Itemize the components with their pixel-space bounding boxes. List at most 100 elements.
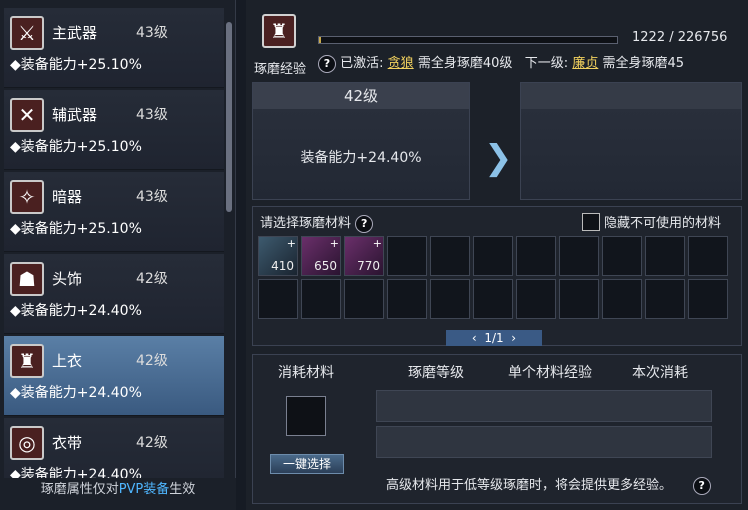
- pvp-note-prefix: 琢磨属性仅对: [40, 482, 119, 497]
- equipment-level: 43级: [136, 189, 168, 205]
- consume-tip: 高级材料用于低等级琢磨时，将会提供更多经验。 ?: [386, 474, 711, 495]
- activation-help-icon[interactable]: ?: [318, 54, 336, 73]
- material-slot[interactable]: [387, 236, 427, 276]
- current-level: 42级: [253, 83, 469, 109]
- polish-exp-icon: ♜: [262, 14, 296, 48]
- material-count: 410: [271, 259, 294, 273]
- equipment-level: 43级: [136, 25, 168, 41]
- equipment-level: 43级: [136, 107, 168, 123]
- prev-page-icon[interactable]: ‹: [472, 331, 477, 345]
- current-level-box: 42级 装备能力+24.40%: [252, 82, 470, 200]
- exp-progress-fill: [319, 37, 321, 43]
- next-page-icon[interactable]: ›: [511, 331, 516, 345]
- equipment-name: 辅武器: [52, 106, 98, 124]
- exp-value: 1222 / 226756: [632, 30, 728, 45]
- next-level-title: [521, 83, 741, 109]
- equipment-ability: ◆装备能力+25.10%: [10, 57, 142, 73]
- hide-unusable-checkbox[interactable]: [582, 212, 600, 231]
- material-select-label: 请选择琢磨材料: [260, 216, 352, 231]
- consume-material-slot[interactable]: [286, 396, 326, 436]
- material-slot[interactable]: [559, 236, 599, 276]
- list-scrollbar[interactable]: [226, 22, 232, 212]
- next-level-link[interactable]: 廉贞: [572, 56, 598, 71]
- material-slot[interactable]: [645, 236, 685, 276]
- equipment-level: 42级: [136, 271, 168, 287]
- belt-icon: ◎: [10, 426, 44, 460]
- chevron-right-icon: ❯: [484, 138, 513, 178]
- pvp-note: 琢磨属性仅对PVP装备生效: [0, 478, 236, 510]
- polish-exp-label: 琢磨经验: [254, 62, 307, 77]
- material-slot[interactable]: [473, 236, 513, 276]
- material-slot[interactable]: [258, 279, 298, 319]
- material-slot[interactable]: [344, 279, 384, 319]
- exp-progress-bar: [318, 36, 618, 44]
- equipment-ability: ◆装备能力+24.40%: [10, 303, 142, 319]
- material-slot[interactable]: [430, 279, 470, 319]
- material-slot[interactable]: [516, 236, 556, 276]
- material-slot[interactable]: [602, 279, 642, 319]
- pvp-note-suffix: 生效: [169, 482, 196, 497]
- material-slot[interactable]: [559, 279, 599, 319]
- equipment-item[interactable]: ♜ 上衣 42级 ◆装备能力+24.40%: [4, 336, 224, 416]
- material-slot[interactable]: [602, 236, 642, 276]
- current-ability: 装备能力+24.40%: [300, 150, 422, 166]
- consume-row: [376, 390, 712, 422]
- material-count: 770: [357, 259, 380, 273]
- plus-icon: +: [286, 237, 296, 250]
- col-level: 琢磨等级: [408, 365, 464, 381]
- hide-unusable-label: 隐藏不可使用的材料: [604, 216, 722, 231]
- equipment-name: 头饰: [52, 270, 83, 288]
- robe-icon: ♜: [10, 344, 44, 378]
- material-help-icon[interactable]: ?: [355, 214, 374, 233]
- equipment-name: 主武器: [52, 24, 98, 42]
- material-slot[interactable]: +410: [258, 236, 298, 276]
- material-slot[interactable]: [688, 279, 728, 319]
- equipment-level: 42级: [136, 353, 168, 369]
- plus-icon: +: [372, 237, 382, 250]
- headgear-icon: ☗: [10, 262, 44, 296]
- material-slot[interactable]: +650: [301, 236, 341, 276]
- equipment-ability: ◆装备能力+25.10%: [10, 139, 142, 155]
- col-cost: 本次消耗: [632, 365, 688, 381]
- next-level-box: [520, 82, 742, 200]
- sword-icon: ⚔: [10, 16, 44, 50]
- dart-icon: ✧: [10, 180, 44, 214]
- col-material: 消耗材料: [278, 365, 334, 381]
- page-number: 1/1: [484, 331, 504, 345]
- activated-label: 已激活:: [340, 56, 384, 71]
- equipment-name: 暗器: [52, 188, 83, 206]
- material-slot[interactable]: [473, 279, 513, 319]
- activation-line: ? 已激活: 贪狼 需全身琢磨40级 下一级: 廉贞 需全身琢磨45: [318, 52, 684, 73]
- hide-unusable-toggle[interactable]: 隐藏不可使用的材料: [582, 212, 721, 231]
- equipment-item[interactable]: ☗ 头饰 42级 ◆装备能力+24.40%: [4, 254, 224, 334]
- col-exp: 单个材料经验: [508, 365, 592, 381]
- page-indicator: ‹ 1/1 ›: [446, 330, 542, 346]
- equipment-level: 42级: [136, 435, 168, 451]
- polish-panel: ♜ 琢磨经验 1222 / 226756 ? 已激活: 贪狼 需全身琢磨40级 …: [246, 0, 748, 510]
- consume-tip-text: 高级材料用于低等级琢磨时，将会提供更多经验。: [386, 478, 673, 493]
- equipment-ability: ◆装备能力+24.40%: [10, 385, 142, 401]
- equipment-item[interactable]: ✧ 暗器 43级 ◆装备能力+25.10%: [4, 172, 224, 252]
- material-grid: +410 +650 +770: [258, 236, 728, 319]
- equipment-item[interactable]: ⚔ 主武器 43级 ◆装备能力+25.10%: [4, 8, 224, 88]
- equipment-item[interactable]: ✕ 辅武器 43级 ◆装备能力+25.10%: [4, 90, 224, 170]
- equipment-ability: ◆装备能力+25.10%: [10, 221, 142, 237]
- plus-icon: +: [329, 237, 339, 250]
- equipment-name: 上衣: [52, 352, 83, 370]
- material-slot[interactable]: [688, 236, 728, 276]
- material-slot[interactable]: [430, 236, 470, 276]
- material-select-row: 请选择琢磨材料 ?: [260, 212, 374, 233]
- material-slot[interactable]: [645, 279, 685, 319]
- consume-row: [376, 426, 712, 458]
- material-slot[interactable]: [387, 279, 427, 319]
- one-key-select-button[interactable]: 一键选择: [270, 454, 344, 474]
- equipment-name: 衣带: [52, 434, 83, 452]
- equipment-list: ⚔ 主武器 43级 ◆装备能力+25.10% ✕ 辅武器 43级 ◆装备能力+25…: [0, 0, 236, 510]
- material-count: 650: [314, 259, 337, 273]
- material-slot[interactable]: [516, 279, 556, 319]
- next-level-requirement: 需全身琢磨45: [602, 56, 685, 71]
- material-slot[interactable]: [301, 279, 341, 319]
- consume-help-icon[interactable]: ?: [692, 476, 711, 495]
- activated-link[interactable]: 贪狼: [388, 56, 414, 71]
- material-slot[interactable]: +770: [344, 236, 384, 276]
